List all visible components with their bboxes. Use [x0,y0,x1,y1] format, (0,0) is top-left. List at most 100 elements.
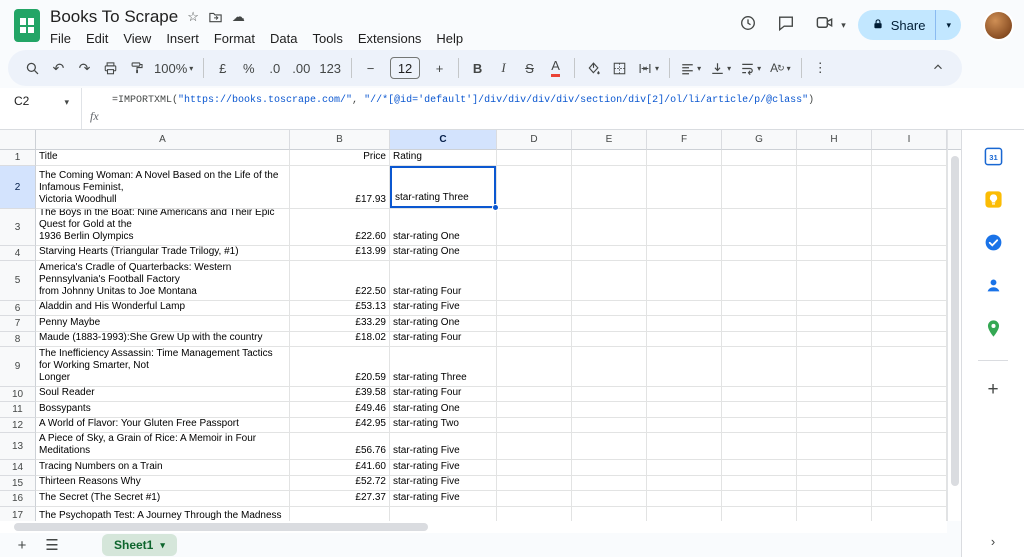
cell-B13[interactable]: £56.76 [290,433,390,460]
menu-insert[interactable]: Insert [159,29,206,48]
toolbar-increase-font-size-button[interactable]: + [427,55,452,81]
cell-G2[interactable] [722,166,797,209]
cell-H1[interactable] [797,150,872,166]
cell-I13[interactable] [872,433,947,460]
column-header-H[interactable]: H [797,130,872,150]
row-header-17[interactable]: 17 [0,507,36,521]
cell-C13[interactable]: star-rating Five [390,433,497,460]
star-icon[interactable]: ☆ [187,9,199,25]
side-panel-calendar-button[interactable]: 31 [976,142,1010,176]
vertical-scrollbar[interactable] [947,130,961,521]
cell-A6[interactable]: Aladdin and His Wonderful Lamp [36,301,290,316]
cell-G4[interactable] [722,246,797,261]
cell-I11[interactable] [872,402,947,418]
cell-D9[interactable] [497,347,572,387]
row-header-5[interactable]: 5 [0,261,36,301]
cell-I9[interactable] [872,347,947,387]
cell-C11[interactable]: star-rating One [390,402,497,418]
cell-C5[interactable]: star-rating Four [390,261,497,301]
cell-G11[interactable] [722,402,797,418]
column-header-A[interactable]: A [36,130,290,150]
cell-I3[interactable] [872,209,947,246]
cell-B7[interactable]: £33.29 [290,316,390,332]
cell-B11[interactable]: £49.46 [290,402,390,418]
cell-E4[interactable] [572,246,647,261]
cell-E17[interactable] [572,507,647,521]
cell-A17[interactable]: The Psychopath Test: A Journey Through t… [36,507,290,521]
hide-menus-button[interactable] [925,55,950,81]
row-header-10[interactable]: 10 [0,387,36,402]
sheets-logo[interactable] [14,9,40,42]
toolbar-more-toolbar-button[interactable]: ⋮ [808,55,833,81]
cell-D2[interactable] [497,166,572,209]
cell-G16[interactable] [722,491,797,507]
cell-F15[interactable] [647,476,722,491]
cell-F8[interactable] [647,332,722,347]
cell-F7[interactable] [647,316,722,332]
cell-B6[interactable]: £53.13 [290,301,390,316]
side-panel-contacts-button[interactable] [976,271,1010,305]
toolbar-fill-color-button[interactable] [581,55,606,81]
toolbar-strikethrough-button[interactable]: S [517,55,542,81]
cell-D11[interactable] [497,402,572,418]
cell-B12[interactable]: £42.95 [290,418,390,433]
cell-I15[interactable] [872,476,947,491]
cell-D10[interactable] [497,387,572,402]
cell-E1[interactable] [572,150,647,166]
toolbar-borders-button[interactable] [607,55,632,81]
cell-H14[interactable] [797,460,872,476]
cell-I1[interactable] [872,150,947,166]
side-panel-tasks-button[interactable] [976,228,1010,262]
cell-E6[interactable] [572,301,647,316]
cell-F14[interactable] [647,460,722,476]
toolbar-undo-button[interactable]: ↶ [46,55,71,81]
row-header-15[interactable]: 15 [0,476,36,491]
cell-A11[interactable]: Bossypants [36,402,290,418]
cell-F10[interactable] [647,387,722,402]
grid-corner[interactable] [0,130,36,150]
cell-H9[interactable] [797,347,872,387]
cell-H2[interactable] [797,166,872,209]
cell-H15[interactable] [797,476,872,491]
cell-I6[interactable] [872,301,947,316]
horizontal-scrollbar-thumb[interactable] [14,523,428,531]
fill-handle[interactable] [492,204,499,211]
toolbar-italic-button[interactable]: I [491,55,516,81]
cell-I4[interactable] [872,246,947,261]
cell-F17[interactable] [647,507,722,521]
cell-G10[interactable] [722,387,797,402]
cell-C16[interactable]: star-rating Five [390,491,497,507]
toolbar-search-button[interactable] [20,55,45,81]
cell-C15[interactable]: star-rating Five [390,476,497,491]
column-header-D[interactable]: D [497,130,572,150]
menu-file[interactable]: File [43,29,78,48]
cell-H10[interactable] [797,387,872,402]
menu-tools[interactable]: Tools [305,29,349,48]
add-sheet-button[interactable]: + [10,534,34,556]
row-header-7[interactable]: 7 [0,316,36,332]
comments-button[interactable] [769,9,803,41]
cell-D17[interactable] [497,507,572,521]
cell-F5[interactable] [647,261,722,301]
toolbar-paint-format-button[interactable] [124,55,149,81]
row-header-13[interactable]: 13 [0,433,36,460]
cell-D1[interactable] [497,150,572,166]
cell-I17[interactable] [872,507,947,521]
menu-data[interactable]: Data [263,29,304,48]
cell-C10[interactable]: star-rating Four [390,387,497,402]
cell-D8[interactable] [497,332,572,347]
cell-B15[interactable]: £52.72 [290,476,390,491]
cell-C17[interactable] [390,507,497,521]
cell-A14[interactable]: Tracing Numbers on a Train [36,460,290,476]
cell-D14[interactable] [497,460,572,476]
all-sheets-button[interactable]: ☰ [40,534,64,556]
cell-E9[interactable] [572,347,647,387]
cell-D13[interactable] [497,433,572,460]
cell-F1[interactable] [647,150,722,166]
collapse-side-panel-icon[interactable]: › [991,534,995,549]
cell-H8[interactable] [797,332,872,347]
cell-A12[interactable]: A World of Flavor: Your Gluten Free Pass… [36,418,290,433]
toolbar-vertical-align-button[interactable]: ▾ [706,55,735,81]
menu-edit[interactable]: Edit [79,29,115,48]
cell-C12[interactable]: star-rating Two [390,418,497,433]
